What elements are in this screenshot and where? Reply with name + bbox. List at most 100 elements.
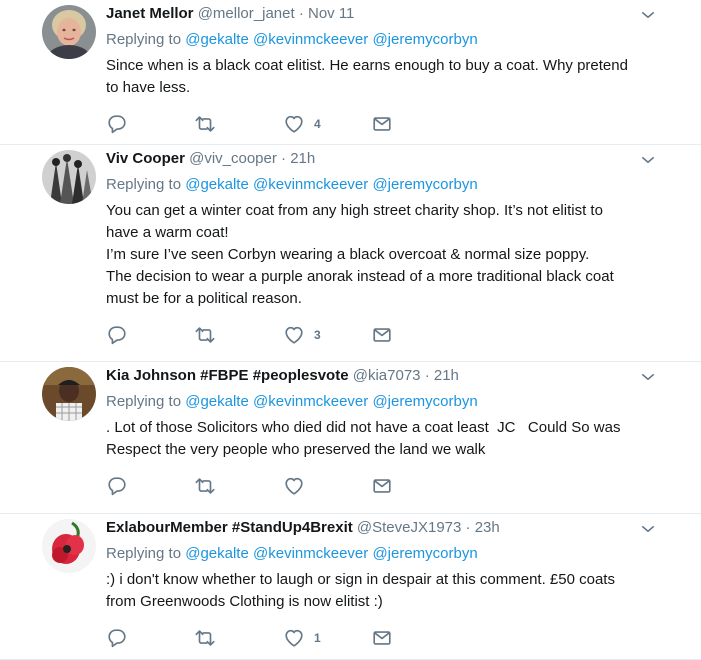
retweet-button[interactable] bbox=[194, 474, 216, 498]
separator-dot: · bbox=[298, 5, 304, 22]
mention-link[interactable]: @jeremycorbyn bbox=[372, 31, 477, 48]
user-handle[interactable]: @SteveJX1973 bbox=[357, 519, 461, 536]
retweet-icon bbox=[194, 113, 216, 135]
tweet-text-line: I’m sure I’ve seen Corbyn wearing a blac… bbox=[106, 246, 590, 263]
like-button[interactable] bbox=[283, 474, 314, 498]
chevron-down-icon[interactable] bbox=[639, 151, 657, 169]
tweet-text-line: :) i don't know whether to laugh or sign… bbox=[106, 571, 615, 588]
heart-icon bbox=[283, 324, 305, 346]
separator-dot: · bbox=[281, 150, 287, 167]
replying-to-label: Replying to bbox=[106, 393, 182, 410]
replying-to: Replying to @gekalte @kevinmckeever @jer… bbox=[106, 543, 478, 565]
replying-to: Replying to @gekalte @kevinmckeever @jer… bbox=[106, 391, 478, 413]
mention-link[interactable]: @gekalte bbox=[185, 393, 249, 410]
like-button[interactable]: 3 bbox=[283, 323, 321, 347]
tweet-text-line: You can get a winter coat from any high … bbox=[106, 202, 603, 219]
tweet-actions: 4 bbox=[106, 112, 406, 136]
timestamp[interactable]: 21h bbox=[290, 150, 315, 167]
chevron-down-icon[interactable] bbox=[639, 6, 657, 24]
like-button[interactable]: 1 bbox=[283, 626, 321, 650]
envelope-icon bbox=[371, 113, 393, 135]
separator-dot: · bbox=[424, 367, 430, 384]
mention-link[interactable]: @kevinmckeever bbox=[253, 31, 368, 48]
tweet[interactable]: ExlabourMember #StandUp4Brexit @SteveJX1… bbox=[0, 514, 701, 660]
tweet-text-line: from Greenwoods Clothing is now elitist … bbox=[106, 593, 383, 610]
reply-icon bbox=[106, 627, 128, 649]
avatar[interactable] bbox=[42, 5, 96, 59]
reply-button[interactable] bbox=[106, 626, 128, 650]
heart-icon bbox=[283, 627, 305, 649]
heart-icon bbox=[283, 113, 305, 135]
like-count: 4 bbox=[314, 117, 321, 131]
tweet-header: Kia Johnson #FBPE #peoplesvote @kia7073 … bbox=[106, 365, 631, 387]
tweet-text: :) i don't know whether to laugh or sign… bbox=[106, 569, 666, 613]
retweet-icon bbox=[194, 475, 216, 497]
avatar[interactable] bbox=[42, 367, 96, 421]
timestamp[interactable]: 21h bbox=[434, 367, 459, 384]
timestamp[interactable]: Nov 11 bbox=[308, 5, 354, 22]
direct-message-button[interactable] bbox=[371, 626, 393, 650]
tweet-text-line: Since when is a black coat elitist. He e… bbox=[106, 57, 628, 74]
replying-to: Replying to @gekalte @kevinmckeever @jer… bbox=[106, 29, 478, 51]
tweet-actions: 1 bbox=[106, 626, 406, 650]
retweet-icon bbox=[194, 324, 216, 346]
mention-link[interactable]: @kevinmckeever bbox=[253, 176, 368, 193]
display-name[interactable]: ExlabourMember #StandUp4Brexit bbox=[106, 519, 353, 536]
tweet[interactable]: Viv Cooper @viv_cooper · 21h Replying to … bbox=[0, 145, 701, 362]
tweet-text-line: . Lot of those Solicitors who died did n… bbox=[106, 419, 621, 436]
tweet-text: Since when is a black coat elitist. He e… bbox=[106, 55, 666, 99]
chevron-down-icon[interactable] bbox=[639, 520, 657, 538]
retweet-button[interactable] bbox=[194, 112, 216, 136]
tweet-text-line: have a warm coat! bbox=[106, 224, 229, 241]
tweet-header: Janet Mellor @mellor_janet · Nov 11 bbox=[106, 3, 631, 25]
tweet-header: ExlabourMember #StandUp4Brexit @SteveJX1… bbox=[106, 517, 631, 539]
direct-message-button[interactable] bbox=[371, 474, 393, 498]
timestamp[interactable]: 23h bbox=[475, 519, 500, 536]
envelope-icon bbox=[371, 627, 393, 649]
reply-icon bbox=[106, 324, 128, 346]
tweet-text-line: The decision to wear a purple anorak ins… bbox=[106, 268, 614, 285]
mention-link[interactable]: @gekalte bbox=[185, 31, 249, 48]
display-name[interactable]: Kia Johnson #FBPE #peoplesvote bbox=[106, 367, 349, 384]
tweet-text-line: to have less. bbox=[106, 79, 191, 96]
heart-icon bbox=[283, 475, 305, 497]
retweet-button[interactable] bbox=[194, 323, 216, 347]
mention-link[interactable]: @gekalte bbox=[185, 545, 249, 562]
mention-link[interactable]: @kevinmckeever bbox=[253, 545, 368, 562]
reply-button[interactable] bbox=[106, 323, 128, 347]
avatar[interactable] bbox=[42, 519, 96, 573]
user-handle[interactable]: @mellor_janet bbox=[198, 5, 295, 22]
like-button[interactable]: 4 bbox=[283, 112, 321, 136]
mention-link[interactable]: @jeremycorbyn bbox=[372, 393, 477, 410]
reply-button[interactable] bbox=[106, 474, 128, 498]
mention-link[interactable]: @jeremycorbyn bbox=[372, 545, 477, 562]
tweet-text: . Lot of those Solicitors who died did n… bbox=[106, 417, 666, 461]
replying-to: Replying to @gekalte @kevinmckeever @jer… bbox=[106, 174, 478, 196]
chevron-down-icon[interactable] bbox=[639, 368, 657, 386]
mention-link[interactable]: @jeremycorbyn bbox=[372, 176, 477, 193]
tweet[interactable]: Janet Mellor @mellor_janet · Nov 11 Reply… bbox=[0, 0, 701, 145]
mention-link[interactable]: @kevinmckeever bbox=[253, 393, 368, 410]
display-name[interactable]: Viv Cooper bbox=[106, 150, 185, 167]
replying-to-label: Replying to bbox=[106, 545, 182, 562]
mention-link[interactable]: @gekalte bbox=[185, 176, 249, 193]
retweet-icon bbox=[194, 627, 216, 649]
direct-message-button[interactable] bbox=[371, 323, 393, 347]
envelope-icon bbox=[371, 475, 393, 497]
user-handle[interactable]: @viv_cooper bbox=[189, 150, 277, 167]
reply-button[interactable] bbox=[106, 112, 128, 136]
replying-to-label: Replying to bbox=[106, 31, 182, 48]
retweet-button[interactable] bbox=[194, 626, 216, 650]
display-name[interactable]: Janet Mellor bbox=[106, 5, 194, 22]
replying-to-label: Replying to bbox=[106, 176, 182, 193]
envelope-icon bbox=[371, 324, 393, 346]
reply-icon bbox=[106, 113, 128, 135]
avatar[interactable] bbox=[42, 150, 96, 204]
reply-icon bbox=[106, 475, 128, 497]
user-handle[interactable]: @kia7073 bbox=[353, 367, 421, 384]
direct-message-button[interactable] bbox=[371, 112, 393, 136]
like-count: 1 bbox=[314, 631, 321, 645]
like-count: 3 bbox=[314, 328, 321, 342]
tweet[interactable]: Kia Johnson #FBPE #peoplesvote @kia7073 … bbox=[0, 362, 701, 514]
separator-dot: · bbox=[465, 519, 471, 536]
